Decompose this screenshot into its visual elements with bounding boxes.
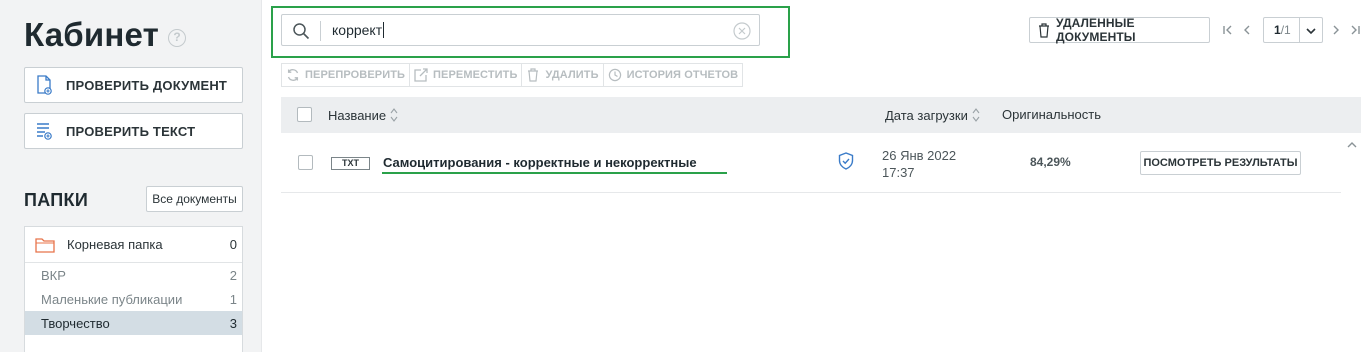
root-folder-item[interactable]: Корневая папка 0 — [25, 227, 242, 263]
clear-search-icon[interactable] — [733, 22, 751, 40]
root-folder-count: 0 — [229, 237, 237, 252]
next-page-icon[interactable] — [1329, 21, 1343, 39]
column-date-label: Дата загрузки — [885, 107, 968, 123]
folder-count: 1 — [229, 291, 237, 307]
move-button[interactable]: ПЕРЕМЕСТИТЬ — [409, 63, 523, 87]
upload-date-day: 26 Янв 2022 — [882, 148, 957, 163]
sidebar-item-creativity[interactable]: Творчество 3 — [25, 311, 242, 335]
folders-heading: ПАПКИ — [24, 190, 89, 210]
check-document-label: ПРОВЕРИТЬ ДОКУМЕНТ — [66, 77, 228, 93]
column-originality-label: Оригинальность — [1002, 107, 1102, 122]
search-input[interactable]: коррект — [281, 14, 760, 46]
folder-count: 3 — [229, 315, 237, 331]
recheck-label: ПЕРЕПРОВЕРИТЬ — [305, 69, 406, 81]
bulk-actions-bar: ПЕРЕПРОВЕРИТЬ ПЕРЕМЕСТИТЬ УДАЛИТЬ ИСТОРИ… — [281, 63, 744, 87]
add-document-icon — [35, 75, 53, 95]
add-text-icon — [35, 121, 53, 141]
sidebar-item-small-publications[interactable]: Маленькие публикации 1 — [25, 287, 242, 311]
row-checkbox[interactable] — [298, 155, 313, 170]
table-header: Название Дата загрузки Оригинальность — [281, 97, 1361, 133]
history-icon — [608, 68, 622, 82]
root-folder-label: Корневая папка — [67, 237, 163, 252]
prev-page-icon[interactable] — [1240, 21, 1254, 39]
check-document-button[interactable]: ПРОВЕРИТЬ ДОКУМЕНТ — [24, 67, 243, 103]
column-name-header[interactable]: Название — [328, 107, 398, 123]
view-results-button[interactable]: ПОСМОТРЕТЬ РЕЗУЛЬТАТЫ — [1140, 151, 1301, 175]
folder-count: 2 — [229, 267, 237, 283]
recheck-button[interactable]: ПЕРЕПРОВЕРИТЬ — [281, 63, 411, 87]
originality-value: 84,29% — [1030, 155, 1071, 169]
folder-label: Маленькие публикации — [41, 291, 183, 307]
delete-label: УДАЛИТЬ — [545, 69, 599, 81]
document-title-link[interactable]: Самоцитирования - корректные и некоррект… — [383, 155, 697, 170]
folder-tree: Корневая папка 0 ВКР 2 Маленькие публика… — [24, 226, 243, 352]
all-documents-button[interactable]: Все документы — [146, 186, 243, 212]
title-highlight-underline — [382, 172, 727, 174]
shield-check-icon — [838, 152, 854, 170]
file-type-badge: TXT — [331, 157, 370, 170]
report-history-button[interactable]: ИСТОРИЯ ОТЧЕТОВ — [602, 63, 744, 87]
column-date-header[interactable]: Дата загрузки — [885, 107, 980, 123]
upload-date: 26 Янв 2022 17:37 — [882, 147, 956, 181]
page-selector-divider — [1299, 18, 1300, 42]
page-selector[interactable]: 1 /1 — [1263, 17, 1323, 43]
trash-icon — [526, 68, 540, 82]
search-divider — [320, 21, 321, 41]
deleted-documents-label: УДАЛЕННЫЕ ДОКУМЕНТЫ — [1056, 16, 1136, 44]
page-title: Кабинет — [24, 16, 159, 53]
column-originality-header: Оригинальность — [1002, 107, 1101, 122]
folder-label: Творчество — [41, 315, 110, 331]
select-all-checkbox[interactable] — [297, 107, 312, 122]
chevron-up-icon[interactable] — [1346, 138, 1358, 150]
trash-icon — [1038, 22, 1050, 38]
current-page: 1 — [1274, 23, 1281, 37]
deleted-documents-button[interactable]: УДАЛЕННЫЕ ДОКУМЕНТЫ — [1029, 16, 1210, 44]
move-icon — [414, 68, 428, 82]
first-page-icon[interactable] — [1221, 21, 1235, 39]
sidebar: Кабинет ? ПРОВЕРИТЬ ДОКУМЕНТ ПРОВЕРИТЬ Т… — [0, 0, 262, 352]
last-page-icon[interactable] — [1348, 21, 1362, 39]
check-text-button[interactable]: ПРОВЕРИТЬ ТЕКСТ — [24, 113, 243, 149]
table-row[interactable]: TXT Самоцитирования - корректные и некор… — [281, 133, 1341, 193]
report-history-label: ИСТОРИЯ ОТЧЕТОВ — [626, 69, 739, 81]
sidebar-item-vkr[interactable]: ВКР 2 — [25, 263, 242, 287]
delete-button[interactable]: УДАЛИТЬ — [521, 63, 604, 87]
refresh-icon — [286, 68, 300, 82]
chevron-down-icon — [1305, 24, 1317, 36]
search-icon — [292, 22, 310, 40]
move-label: ПЕРЕМЕСТИТЬ — [433, 69, 518, 81]
upload-date-time: 17:37 — [882, 165, 915, 180]
column-name-label: Название — [328, 107, 387, 123]
sort-icon — [972, 107, 980, 123]
check-text-label: ПРОВЕРИТЬ ТЕКСТ — [66, 123, 196, 139]
search-value: коррект — [332, 22, 385, 38]
help-icon[interactable]: ? — [168, 29, 186, 47]
total-pages: /1 — [1280, 23, 1291, 37]
folder-icon — [35, 237, 55, 253]
folder-label: ВКР — [41, 267, 66, 283]
sort-icon — [390, 107, 398, 123]
